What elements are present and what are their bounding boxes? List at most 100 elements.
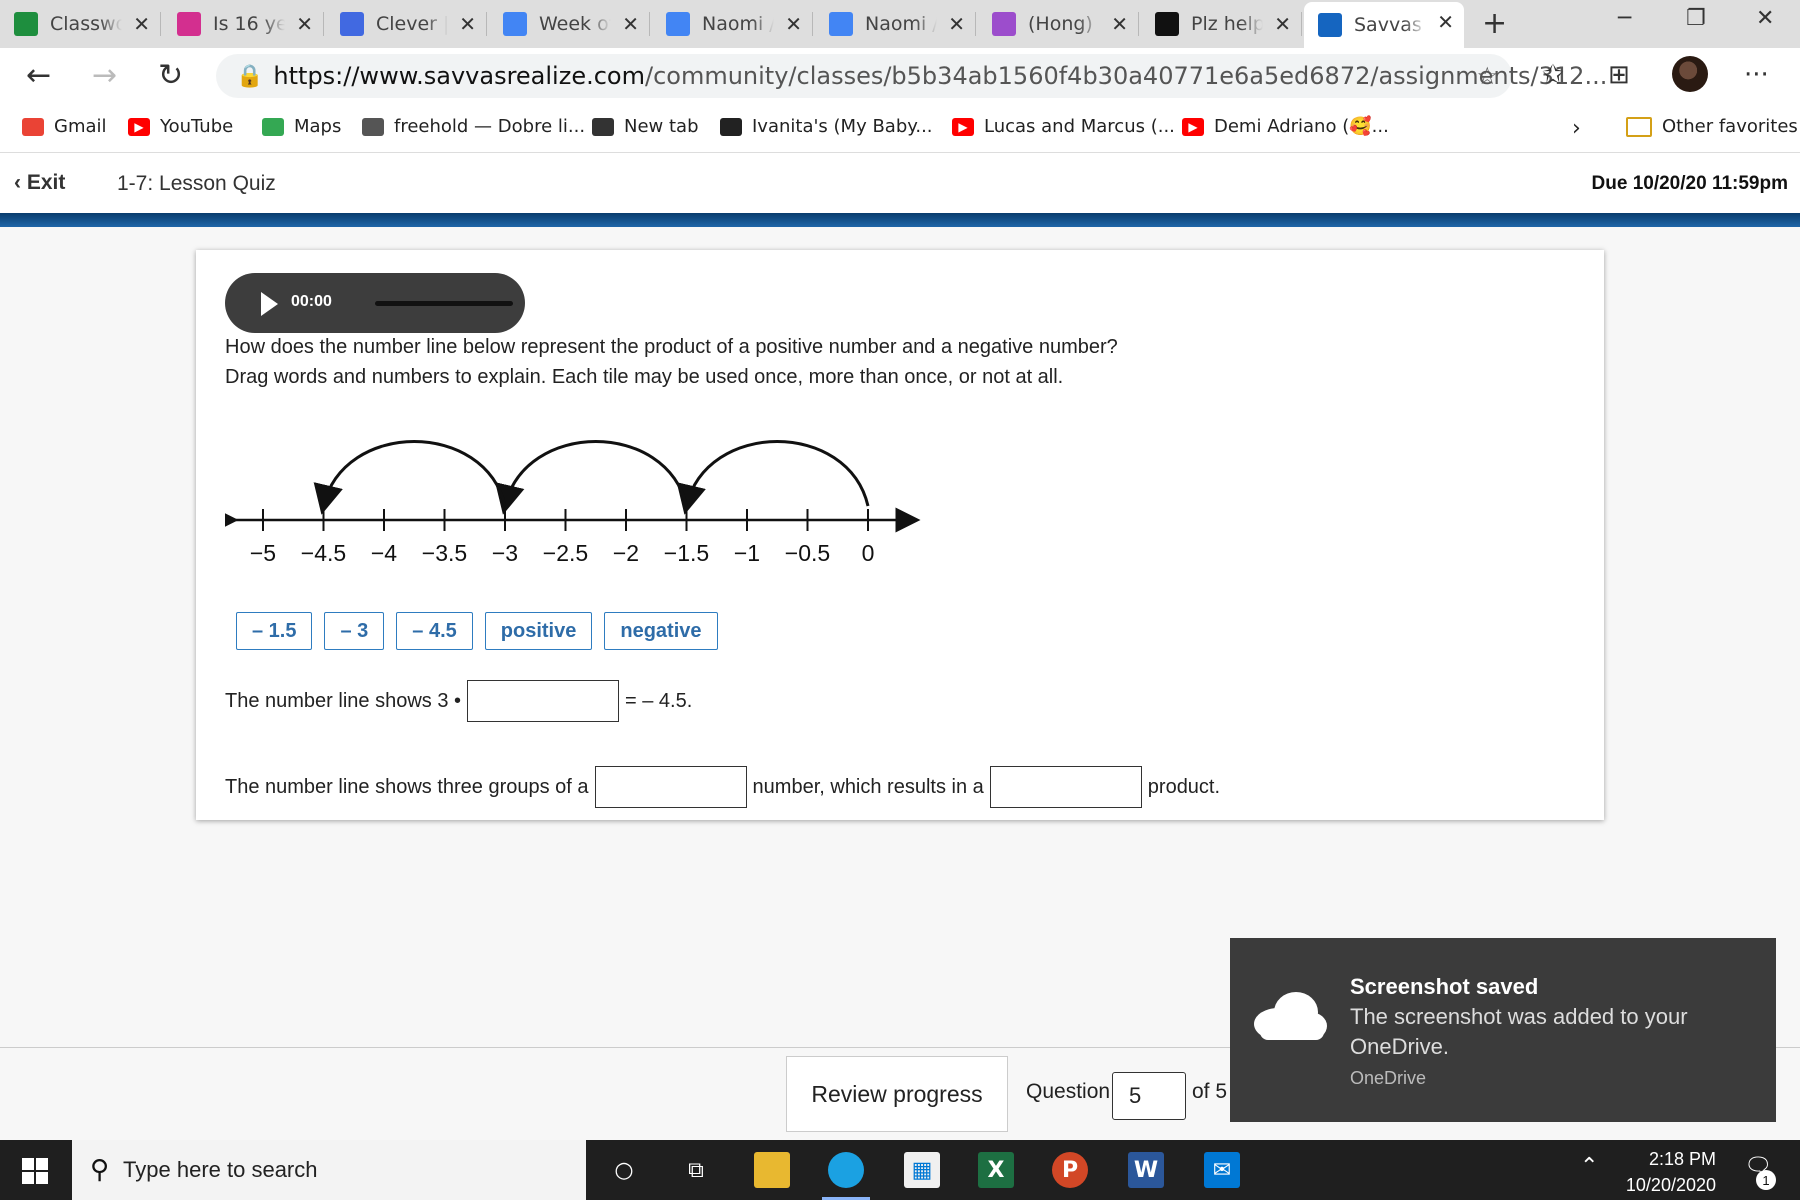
youtube-icon: ▶ [952, 117, 974, 136]
close-window-button[interactable]: ✕ [1756, 6, 1774, 31]
review-progress-button[interactable]: Review progress [786, 1056, 1008, 1132]
restore-button[interactable]: ❐ [1686, 6, 1706, 31]
number-line-label: −3 [492, 540, 518, 566]
question-number-input[interactable]: 5 [1112, 1072, 1186, 1120]
number-line-label: −3.5 [422, 540, 467, 566]
browser-tab[interactable]: Clever | ✕ [326, 4, 487, 44]
drag-tile[interactable]: – 1.5 [236, 612, 313, 650]
tab-close-icon[interactable]: ✕ [133, 12, 150, 36]
browser-tab[interactable]: Naomi / ✕ [815, 4, 976, 44]
number-line-label: −0.5 [785, 540, 830, 566]
tab-close-icon[interactable]: ✕ [296, 12, 313, 36]
tab-separator [323, 12, 324, 36]
google-docs-icon [829, 12, 853, 36]
tab-label: (Hong) [1028, 13, 1093, 35]
mail-icon[interactable]: ✉ [1204, 1152, 1240, 1188]
bookmark-item[interactable]: New tab [592, 116, 699, 137]
lock-icon: 🔒 [236, 63, 264, 88]
audio-player[interactable]: 00:00 [225, 273, 525, 333]
bookmark-item[interactable]: Maps [262, 116, 341, 137]
browser-tab[interactable]: Week of ✕ [489, 4, 650, 44]
cortana-icon[interactable]: ○ [606, 1152, 642, 1188]
browser-tab[interactable]: Savvas R ✕ [1304, 2, 1464, 48]
taskbar-clock[interactable]: 2:18 PM 10/20/2020 [1612, 1146, 1716, 1198]
tab-close-icon[interactable]: ✕ [785, 12, 802, 36]
profile-avatar[interactable] [1672, 56, 1708, 92]
drop-target-factor[interactable] [467, 680, 620, 722]
tab-close-icon[interactable]: ✕ [948, 12, 965, 36]
drop-target-group-sign[interactable] [594, 766, 747, 808]
bookmark-item[interactable]: ▶ Demi Adriano (🥰... [1182, 116, 1389, 137]
drag-tile[interactable]: – 4.5 [396, 612, 473, 650]
bookmark-item[interactable]: Ivanita's (My Baby... [720, 116, 933, 137]
word-icon[interactable]: W [1128, 1152, 1164, 1188]
drag-tile[interactable]: negative [604, 612, 718, 650]
tab-close-icon[interactable]: ✕ [1437, 10, 1454, 34]
more-menu-icon[interactable]: ··· [1744, 60, 1769, 90]
browser-tab[interactable]: Classwo ✕ [0, 4, 161, 44]
drop-target-product-sign[interactable] [989, 766, 1142, 808]
youtube-icon: ▶ [1182, 117, 1204, 136]
bookmarks-bar: Gmail ▶ YouTube Maps freehold — Dobre li... N… [0, 106, 1800, 153]
exit-button[interactable]: ‹ Exit [14, 171, 65, 195]
notification-body: The screenshot was added to your OneDriv… [1350, 1004, 1688, 1059]
notification-title: Screenshot saved [1350, 974, 1539, 999]
lesson-title: 1-7: Lesson Quiz [117, 172, 276, 195]
taskbar-search[interactable]: ⚲ Type here to search [72, 1140, 586, 1200]
bookmark-item[interactable]: freehold — Dobre li... [362, 116, 585, 137]
task-view-icon[interactable]: ⧉ [678, 1152, 714, 1188]
back-button[interactable]: ← [26, 58, 51, 93]
show-hidden-icons-chevron-icon[interactable]: ⌃ [1580, 1154, 1598, 1179]
browser-tab[interactable]: Is 16 ye ✕ [163, 4, 324, 44]
tab-label: Savvas R [1354, 14, 1426, 36]
bookmark-label: Ivanita's (My Baby... [752, 116, 933, 137]
other-favorites[interactable]: Other favorites [1626, 116, 1798, 137]
number-line-label: −1.5 [664, 540, 709, 566]
due-date: Due 10/20/20 11:59pm [1591, 173, 1788, 194]
tab-close-icon[interactable]: ✕ [1111, 12, 1128, 36]
url-text: https://www.savvasrealize.com/community/… [273, 62, 1608, 90]
notification-source: OneDrive [1350, 1068, 1427, 1088]
newtab-icon [592, 117, 614, 136]
bookmark-label: freehold — Dobre li... [394, 116, 586, 137]
play-icon[interactable] [261, 292, 278, 316]
audio-progress-track[interactable] [375, 301, 513, 306]
forward-button[interactable]: → [92, 58, 117, 93]
drag-tile[interactable]: positive [484, 612, 593, 650]
refresh-button[interactable]: ↻ [158, 58, 183, 93]
address-bar[interactable]: 🔒 https://www.savvasrealize.com/communit… [216, 54, 1607, 98]
bookmark-item[interactable]: Gmail [22, 116, 107, 137]
minimize-button[interactable]: ─ [1618, 6, 1631, 31]
tab-close-icon[interactable]: ✕ [622, 12, 639, 36]
powerpoint-icon[interactable]: P [1052, 1152, 1088, 1188]
browser-tab[interactable]: Naomi / ✕ [652, 4, 813, 44]
savvas-icon [1318, 13, 1342, 37]
collections-icon[interactable]: ⊞ [1608, 60, 1630, 90]
windows-start-icon[interactable] [22, 1158, 48, 1184]
favorite-star-icon[interactable]: ☆ [1476, 62, 1498, 91]
drag-tile[interactable]: – 3 [324, 612, 385, 650]
bookmarks-overflow-chevron-icon[interactable]: › [1572, 116, 1581, 141]
bookmark-label: Gmail [54, 116, 107, 137]
tab-close-icon[interactable]: ✕ [1274, 12, 1291, 36]
favorites-list-icon[interactable]: ✩ [1542, 60, 1564, 90]
tab-separator [1138, 12, 1139, 36]
bookmark-item[interactable]: ▶ YouTube [128, 116, 233, 137]
question-instructions: Drag words and numbers to explain. Each … [225, 366, 1064, 388]
bookmark-item[interactable]: ▶ Lucas and Marcus (... [952, 116, 1175, 137]
onedrive-notification[interactable]: Screenshot saved The screenshot was adde… [1230, 938, 1776, 1122]
browser-toolbar: ← → ↻ 🔒 https://www.savvasrealize.com/co… [0, 48, 1800, 106]
edge-browser-icon[interactable] [822, 1152, 870, 1200]
new-tab-button[interactable]: + [1482, 6, 1507, 41]
file-explorer-icon[interactable] [754, 1152, 790, 1188]
browser-tab[interactable]: Plz help ✕ [1141, 4, 1302, 44]
excel-icon[interactable]: X [978, 1152, 1014, 1188]
maps-icon [262, 117, 284, 136]
number-line-label: −2.5 [543, 540, 588, 566]
tab-close-icon[interactable]: ✕ [459, 12, 476, 36]
microsoft-store-icon[interactable]: ▦ [904, 1152, 940, 1188]
browser-tab[interactable]: (Hong) ✕ [978, 4, 1139, 44]
tab-label: Naomi / [702, 13, 774, 35]
notification-count-badge: 1 [1756, 1170, 1776, 1190]
number-line-label: −1 [734, 540, 760, 566]
